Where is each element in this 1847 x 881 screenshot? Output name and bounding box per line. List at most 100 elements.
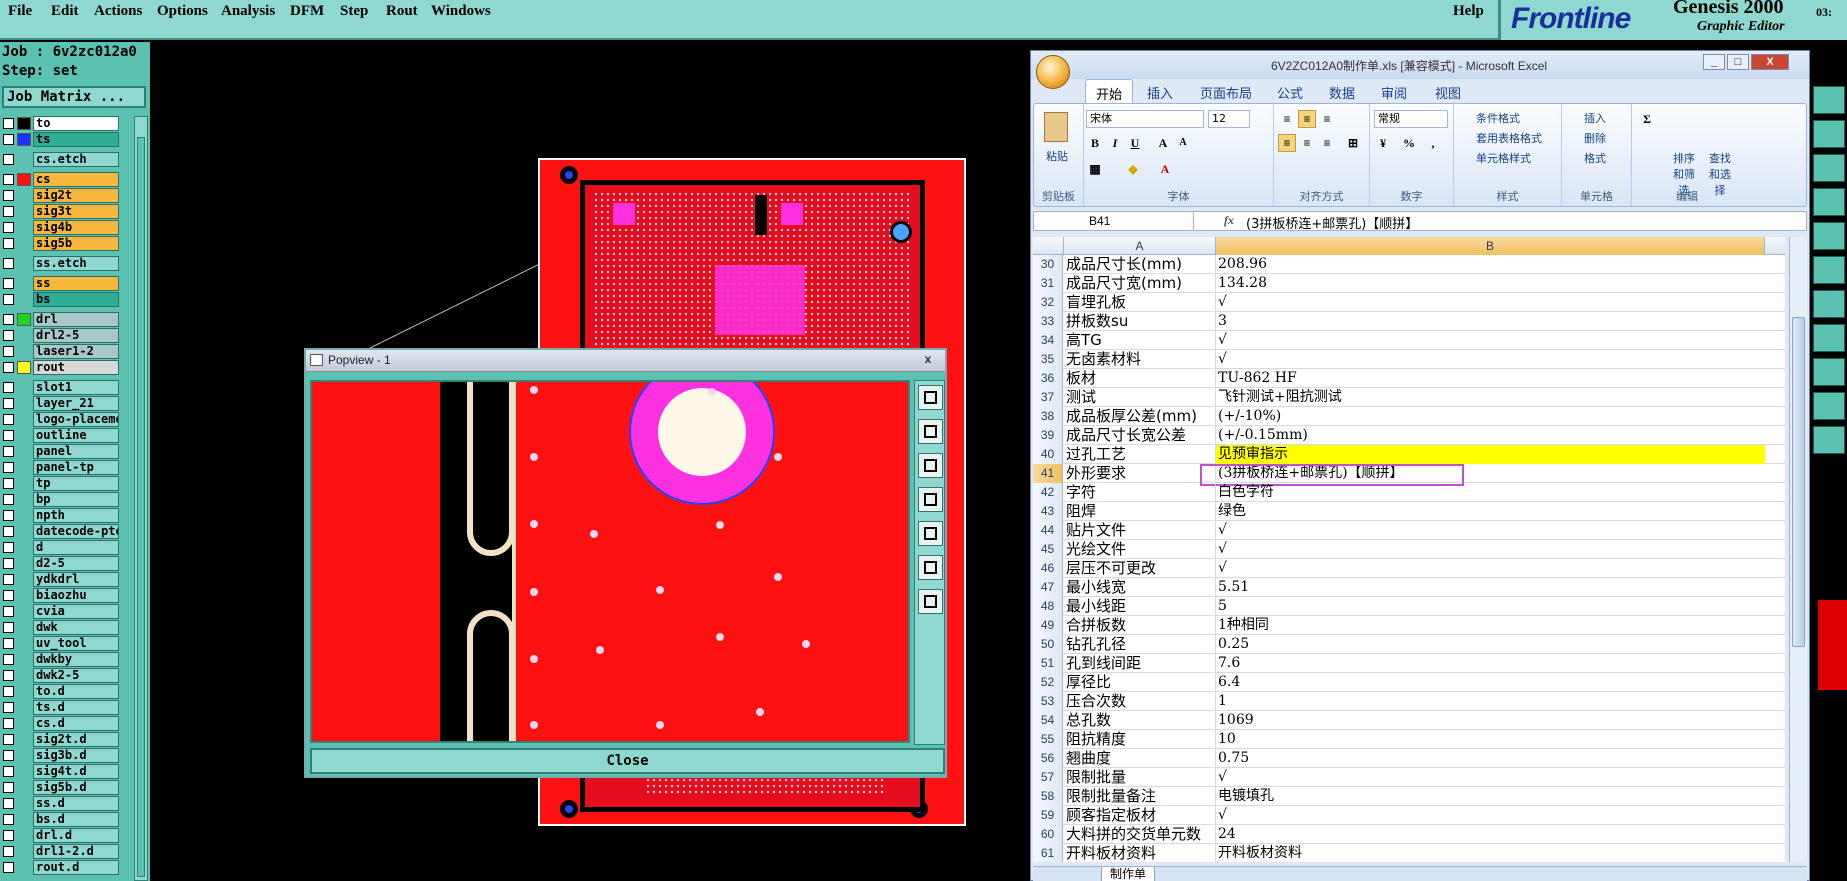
cell-a[interactable]: 无卤素材料 bbox=[1064, 350, 1216, 369]
layer-checkbox[interactable] bbox=[3, 670, 14, 681]
layer-scrollbar[interactable] bbox=[134, 116, 148, 881]
layer-row[interactable]: npth bbox=[0, 508, 120, 523]
column-header-b[interactable]: B bbox=[1216, 237, 1765, 255]
layer-name[interactable]: dwk bbox=[33, 620, 119, 635]
row-header[interactable]: 59 bbox=[1033, 806, 1063, 825]
cell-b[interactable]: √ bbox=[1216, 331, 1765, 350]
layer-checkbox[interactable] bbox=[3, 494, 14, 505]
layer-name[interactable]: ss bbox=[33, 276, 119, 291]
cell-b[interactable]: 134.28 bbox=[1216, 274, 1765, 293]
sheet-tab[interactable]: 制作单 bbox=[1101, 867, 1156, 881]
cell-a[interactable]: 限制批量 bbox=[1064, 768, 1216, 787]
cell-b[interactable]: 0.75 bbox=[1216, 749, 1765, 768]
row-header[interactable]: 44 bbox=[1033, 521, 1063, 540]
tool-button[interactable] bbox=[1813, 324, 1845, 352]
layer-checkbox[interactable] bbox=[3, 414, 14, 425]
maximize-button[interactable]: □ bbox=[1727, 54, 1749, 70]
merge-icon[interactable]: ⊞ bbox=[1344, 134, 1362, 152]
cell-a[interactable]: 翘曲度 bbox=[1064, 749, 1216, 768]
layer-checkbox[interactable] bbox=[3, 526, 14, 537]
row-header[interactable]: 48 bbox=[1033, 597, 1063, 616]
cell-a[interactable]: 最小线宽 bbox=[1064, 578, 1216, 597]
tab-insert[interactable]: 插入 bbox=[1147, 83, 1173, 102]
format-as-table-button[interactable]: 套用表格格式 bbox=[1476, 130, 1542, 146]
cell-b[interactable]: 1种相同 bbox=[1216, 616, 1765, 635]
layer-checkbox[interactable] bbox=[3, 798, 14, 809]
layer-row[interactable]: drl2-5 bbox=[0, 328, 120, 343]
row-header[interactable]: 54 bbox=[1033, 711, 1063, 730]
layer-row[interactable]: laser1-2 bbox=[0, 344, 120, 359]
layer-checkbox[interactable] bbox=[3, 510, 14, 521]
layer-checkbox[interactable] bbox=[3, 206, 14, 217]
layer-row[interactable]: rout.d bbox=[0, 860, 120, 875]
layer-row[interactable]: dwk bbox=[0, 620, 120, 635]
layer-row[interactable]: drl1-2.d bbox=[0, 844, 120, 859]
layer-row[interactable]: sig2t.d bbox=[0, 732, 120, 747]
row-header[interactable]: 56 bbox=[1033, 749, 1063, 768]
layer-name[interactable]: to bbox=[33, 116, 119, 131]
cell-b[interactable]: TU-862 HF bbox=[1216, 369, 1765, 388]
select-all-corner[interactable] bbox=[1033, 237, 1064, 255]
cell-b[interactable]: 208.96 bbox=[1216, 255, 1765, 274]
cell-b[interactable]: √ bbox=[1216, 521, 1765, 540]
scrollbar-thumb[interactable] bbox=[137, 137, 145, 877]
cell-b[interactable]: 3 bbox=[1216, 312, 1765, 331]
layer-row[interactable]: panel-tp bbox=[0, 460, 120, 475]
cell-b[interactable]: √ bbox=[1216, 559, 1765, 578]
cell-b[interactable]: 1 bbox=[1216, 692, 1765, 711]
fx-icon[interactable]: fx bbox=[1224, 213, 1234, 228]
font-name-select[interactable]: 宋体 bbox=[1086, 110, 1204, 128]
minimize-button[interactable]: _ bbox=[1703, 54, 1725, 70]
layer-row[interactable]: sig3t bbox=[0, 204, 120, 219]
tool-button[interactable] bbox=[1813, 120, 1845, 148]
underline-icon[interactable]: U bbox=[1126, 134, 1144, 152]
cell-a[interactable]: 成品尺寸长宽公差 bbox=[1064, 426, 1216, 445]
cell-a[interactable]: 成品板厚公差(mm) bbox=[1064, 407, 1216, 426]
layer-name[interactable]: dwkby bbox=[33, 652, 119, 667]
layer-row[interactable]: bs.d bbox=[0, 812, 120, 827]
layer-name[interactable]: d2-5 bbox=[33, 556, 119, 571]
row-header[interactable]: 55 bbox=[1033, 730, 1063, 749]
row-header[interactable]: 32 bbox=[1033, 293, 1063, 312]
layer-checkbox[interactable] bbox=[3, 382, 14, 393]
align-right-icon[interactable]: ≡ bbox=[1318, 134, 1336, 152]
layer-checkbox[interactable] bbox=[3, 258, 14, 269]
layer-checkbox[interactable] bbox=[3, 118, 14, 129]
layer-checkbox[interactable] bbox=[3, 654, 14, 665]
layer-name[interactable]: dwk2-5 bbox=[33, 668, 119, 683]
cell-a[interactable]: 合拼板数 bbox=[1064, 616, 1216, 635]
layer-checkbox[interactable] bbox=[3, 346, 14, 357]
layer-row[interactable]: d2-5 bbox=[0, 556, 120, 571]
cell-b[interactable]: 10 bbox=[1216, 730, 1765, 749]
layer-row[interactable]: datecode-pte bbox=[0, 524, 120, 539]
cell-a[interactable]: 字符 bbox=[1064, 483, 1216, 502]
cell-b[interactable]: √ bbox=[1216, 540, 1765, 559]
layer-row[interactable]: slot1 bbox=[0, 380, 120, 395]
row-header[interactable]: 38 bbox=[1033, 407, 1063, 426]
cell-a[interactable]: 盲埋孔板 bbox=[1064, 293, 1216, 312]
layer-name[interactable]: cs bbox=[33, 172, 119, 187]
layer-row[interactable]: outline bbox=[0, 428, 120, 443]
layer-name[interactable]: sig2t bbox=[33, 188, 119, 203]
layer-checkbox[interactable] bbox=[3, 846, 14, 857]
row-header[interactable]: 42 bbox=[1033, 483, 1063, 502]
tool-button[interactable] bbox=[1813, 154, 1845, 182]
layer-name[interactable]: ts bbox=[33, 132, 119, 147]
layer-name[interactable]: drl bbox=[33, 312, 119, 327]
layer-name[interactable]: sig5b.d bbox=[33, 780, 119, 795]
layer-row[interactable]: d bbox=[0, 540, 120, 555]
cell-styles-button[interactable]: 单元格样式 bbox=[1476, 150, 1531, 166]
row-header[interactable]: 39 bbox=[1033, 426, 1063, 445]
layer-name[interactable]: cs.etch bbox=[33, 152, 119, 167]
layer-name[interactable]: laser1-2 bbox=[33, 344, 119, 359]
layer-name[interactable]: to.d bbox=[33, 684, 119, 699]
cell-a[interactable]: 大料拼的交货单元数 bbox=[1064, 825, 1216, 844]
layer-checkbox[interactable] bbox=[3, 222, 14, 233]
layer-name[interactable]: ydkdrl bbox=[33, 572, 119, 587]
tool-button[interactable] bbox=[1813, 188, 1845, 216]
cell-b[interactable]: (3拼板桥连+邮票孔)【顺拼】 bbox=[1216, 464, 1765, 483]
cell-a[interactable]: 过孔工艺 bbox=[1064, 445, 1216, 464]
layer-row[interactable]: ydkdrl bbox=[0, 572, 120, 587]
cell-b[interactable]: 24 bbox=[1216, 825, 1765, 844]
cell-b[interactable]: √ bbox=[1216, 768, 1765, 787]
